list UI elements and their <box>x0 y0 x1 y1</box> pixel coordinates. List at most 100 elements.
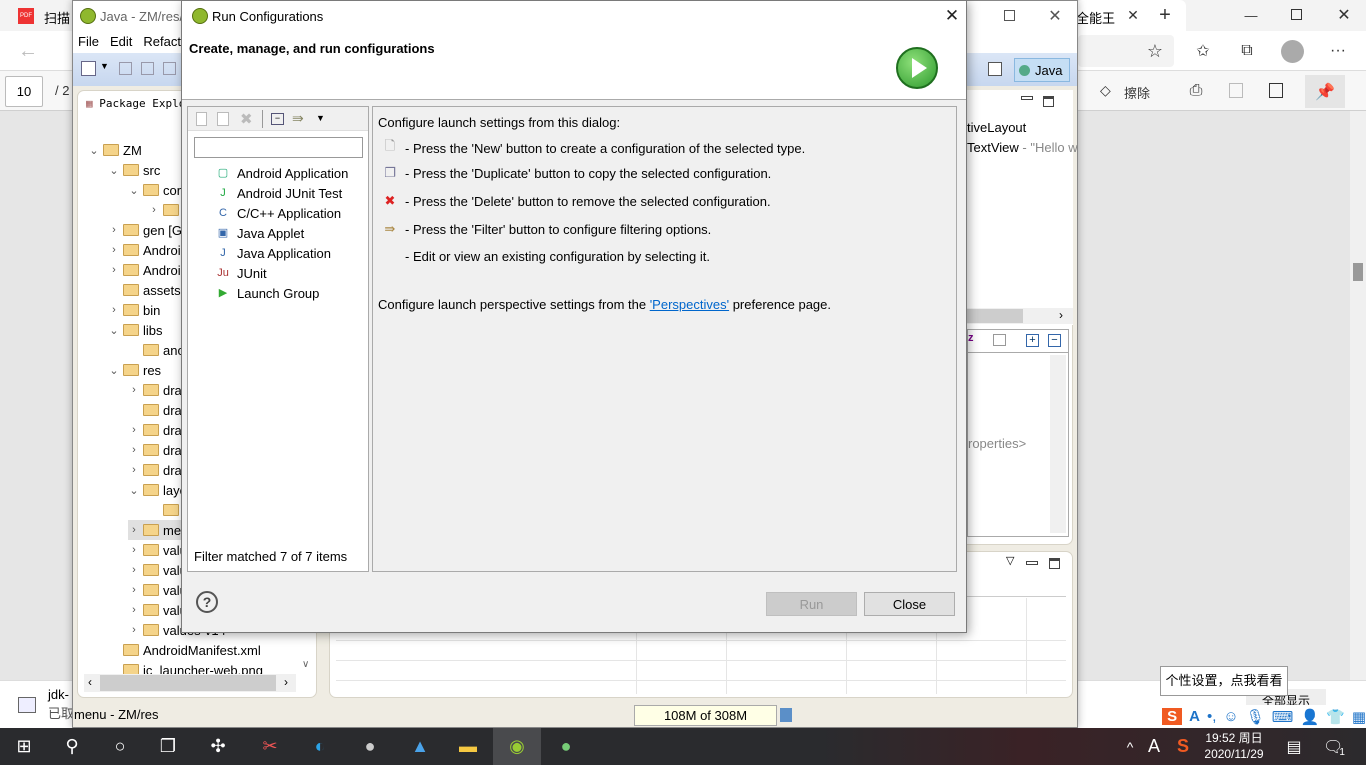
expanded-arrow-icon[interactable]: ⌄ <box>88 144 100 157</box>
scrollbar-thumb[interactable] <box>967 309 1023 323</box>
collapsed-arrow-icon[interactable]: › <box>148 204 160 216</box>
minimize-icon[interactable]: — <box>1240 4 1262 26</box>
user-icon[interactable]: 👤 <box>1300 708 1319 726</box>
outline-hscrollbar[interactable]: › <box>967 308 1073 324</box>
duplicate-config-icon[interactable] <box>217 112 229 126</box>
dropdown-arrow-icon[interactable]: ▼ <box>100 61 109 71</box>
collapse-all-icon[interactable]: − <box>271 113 284 125</box>
tree-item[interactable] <box>148 500 183 520</box>
config-type-item[interactable]: C C/C++ Application <box>216 203 341 223</box>
save-all-icon[interactable] <box>141 62 154 75</box>
config-type-item[interactable]: J Java Application <box>216 243 331 263</box>
save-icon[interactable] <box>1229 83 1243 98</box>
tree-item[interactable]: ⌄ cor <box>128 180 181 200</box>
menu-refactor[interactable]: Refact <box>138 31 187 53</box>
collapsed-arrow-icon[interactable]: › <box>108 224 120 236</box>
collapsed-arrow-icon[interactable]: › <box>128 624 140 636</box>
tree-item[interactable]: › dra <box>128 440 182 460</box>
expanded-arrow-icon[interactable]: ⌄ <box>108 164 120 177</box>
tree-item[interactable]: AndroidManifest.xml <box>108 640 261 660</box>
avatar-app-icon[interactable]: ● <box>346 728 394 765</box>
tree-item[interactable]: › valu <box>128 540 187 560</box>
cortana-icon[interactable]: ○ <box>96 728 144 765</box>
punctuation-icon[interactable]: •, <box>1207 708 1216 725</box>
tree-item[interactable]: › gen [G <box>108 220 182 240</box>
collapsed-arrow-icon[interactable]: › <box>128 524 140 536</box>
close-icon[interactable]: ✕ <box>1045 6 1065 26</box>
scroll-left-arrow[interactable]: ‹ <box>88 675 92 689</box>
erase-button[interactable]: 擦除 <box>1124 83 1150 102</box>
tree-item[interactable]: › valu <box>128 560 187 580</box>
profile-avatar[interactable] <box>1281 40 1304 63</box>
tree-item[interactable]: ⌄ ZM <box>88 140 141 160</box>
collapsed-arrow-icon[interactable]: › <box>108 304 120 316</box>
clock[interactable]: 19:52 周日 2020/11/29 <box>1198 730 1270 762</box>
android-app-icon[interactable]: ● <box>542 728 590 765</box>
tree-item[interactable]: ⌄ libs <box>108 320 162 340</box>
tree-item[interactable]: › <box>148 200 183 220</box>
filter-input[interactable] <box>194 137 363 158</box>
sogou-tray-icon[interactable]: S <box>1170 728 1196 765</box>
tree-item[interactable]: › valu <box>128 580 187 600</box>
tree-item[interactable]: › Androi <box>108 240 180 260</box>
keyboard-icon[interactable]: ⌨ <box>1272 708 1294 726</box>
run-button[interactable]: Run <box>766 592 857 616</box>
maximize-view-icon[interactable] <box>1043 96 1054 107</box>
microphone-icon[interactable]: 🎙 <box>1246 708 1265 726</box>
collapsed-arrow-icon[interactable]: › <box>128 384 140 396</box>
perspectives-link[interactable]: 'Perspectives' <box>650 297 729 312</box>
notification-center-icon[interactable]: 🗨 1 <box>1318 728 1350 765</box>
save-icon[interactable] <box>119 62 132 75</box>
scroll-right-arrow[interactable]: › <box>284 675 288 689</box>
config-type-item[interactable]: ▣ Java Applet <box>216 223 304 243</box>
menu-edit[interactable]: Edit <box>105 31 138 53</box>
start-button[interactable]: ⊞ <box>0 728 48 765</box>
view-menu-icon[interactable]: ▽ <box>1006 554 1014 567</box>
download-filename[interactable]: jdk- <box>48 687 69 702</box>
tree-item[interactable]: assets <box>108 280 181 300</box>
pdf-scrollbar[interactable] <box>1350 111 1366 681</box>
delete-config-icon[interactable]: ✖ <box>240 110 253 128</box>
collections-icon[interactable]: ⧉ <box>1236 40 1258 62</box>
close-window-icon[interactable]: ✕ <box>1333 4 1355 26</box>
close-button[interactable]: Close <box>864 592 955 616</box>
task-view-icon[interactable]: ❐ <box>144 728 192 765</box>
maximize-view-icon[interactable] <box>1049 558 1060 569</box>
collapsed-arrow-icon[interactable]: › <box>128 564 140 576</box>
minimize-view-icon[interactable] <box>1021 96 1033 100</box>
pin-toolbar-button[interactable]: 📌 <box>1305 75 1345 108</box>
tree-item[interactable]: ⌄ res <box>108 360 161 380</box>
outline-item[interactable]: tiveLayout <box>967 120 1026 135</box>
tree-item[interactable]: › dra <box>128 420 182 440</box>
tree-item[interactable]: › me <box>128 520 182 540</box>
ime-mode-icon[interactable]: A <box>1189 708 1200 725</box>
app-pinwheel-icon[interactable]: ✣ <box>194 728 242 765</box>
snipping-tool-icon[interactable]: ✂ <box>246 728 294 765</box>
expanded-arrow-icon[interactable]: ⌄ <box>108 324 120 337</box>
page-number-input[interactable]: 10 <box>5 76 43 107</box>
filter-icon[interactable]: ⇛ <box>292 110 304 127</box>
collapsed-arrow-icon[interactable]: › <box>128 464 140 476</box>
outline-item[interactable]: TextView - "Hello w <box>967 140 1078 155</box>
scroll-right-arrow[interactable]: › <box>1059 308 1063 322</box>
scrollbar-thumb[interactable] <box>100 675 276 691</box>
java-perspective-button[interactable]: Java <box>1014 58 1070 82</box>
filter-advanced-icon[interactable] <box>993 334 1006 346</box>
tree-item[interactable]: ⌄ layo <box>128 480 186 500</box>
print-icon[interactable] <box>163 62 176 75</box>
tree-item[interactable]: › Androi <box>108 260 180 280</box>
tree-item[interactable]: anc <box>128 340 184 360</box>
close-icon[interactable]: ✕ <box>942 6 962 26</box>
config-type-item[interactable]: Ju JUnit <box>216 263 266 283</box>
config-type-item[interactable]: J Android JUnit Test <box>216 183 342 203</box>
save-as-icon[interactable] <box>1269 83 1283 98</box>
edge-icon[interactable]: ◐ <box>296 728 344 765</box>
close-tab-icon[interactable]: ✕ <box>1124 6 1142 24</box>
eclipse-taskbar-icon[interactable]: ◉ <box>493 728 541 765</box>
toolbox-icon[interactable]: ▦ <box>1352 708 1366 726</box>
back-arrow-icon[interactable]: ← <box>16 39 40 63</box>
eraser-icon[interactable]: ◇ <box>1100 82 1111 99</box>
show-hidden-icons[interactable]: ^ <box>1118 728 1142 765</box>
file-explorer-icon[interactable]: ▬ <box>444 728 492 765</box>
skin-icon[interactable]: 👕 <box>1326 708 1345 726</box>
